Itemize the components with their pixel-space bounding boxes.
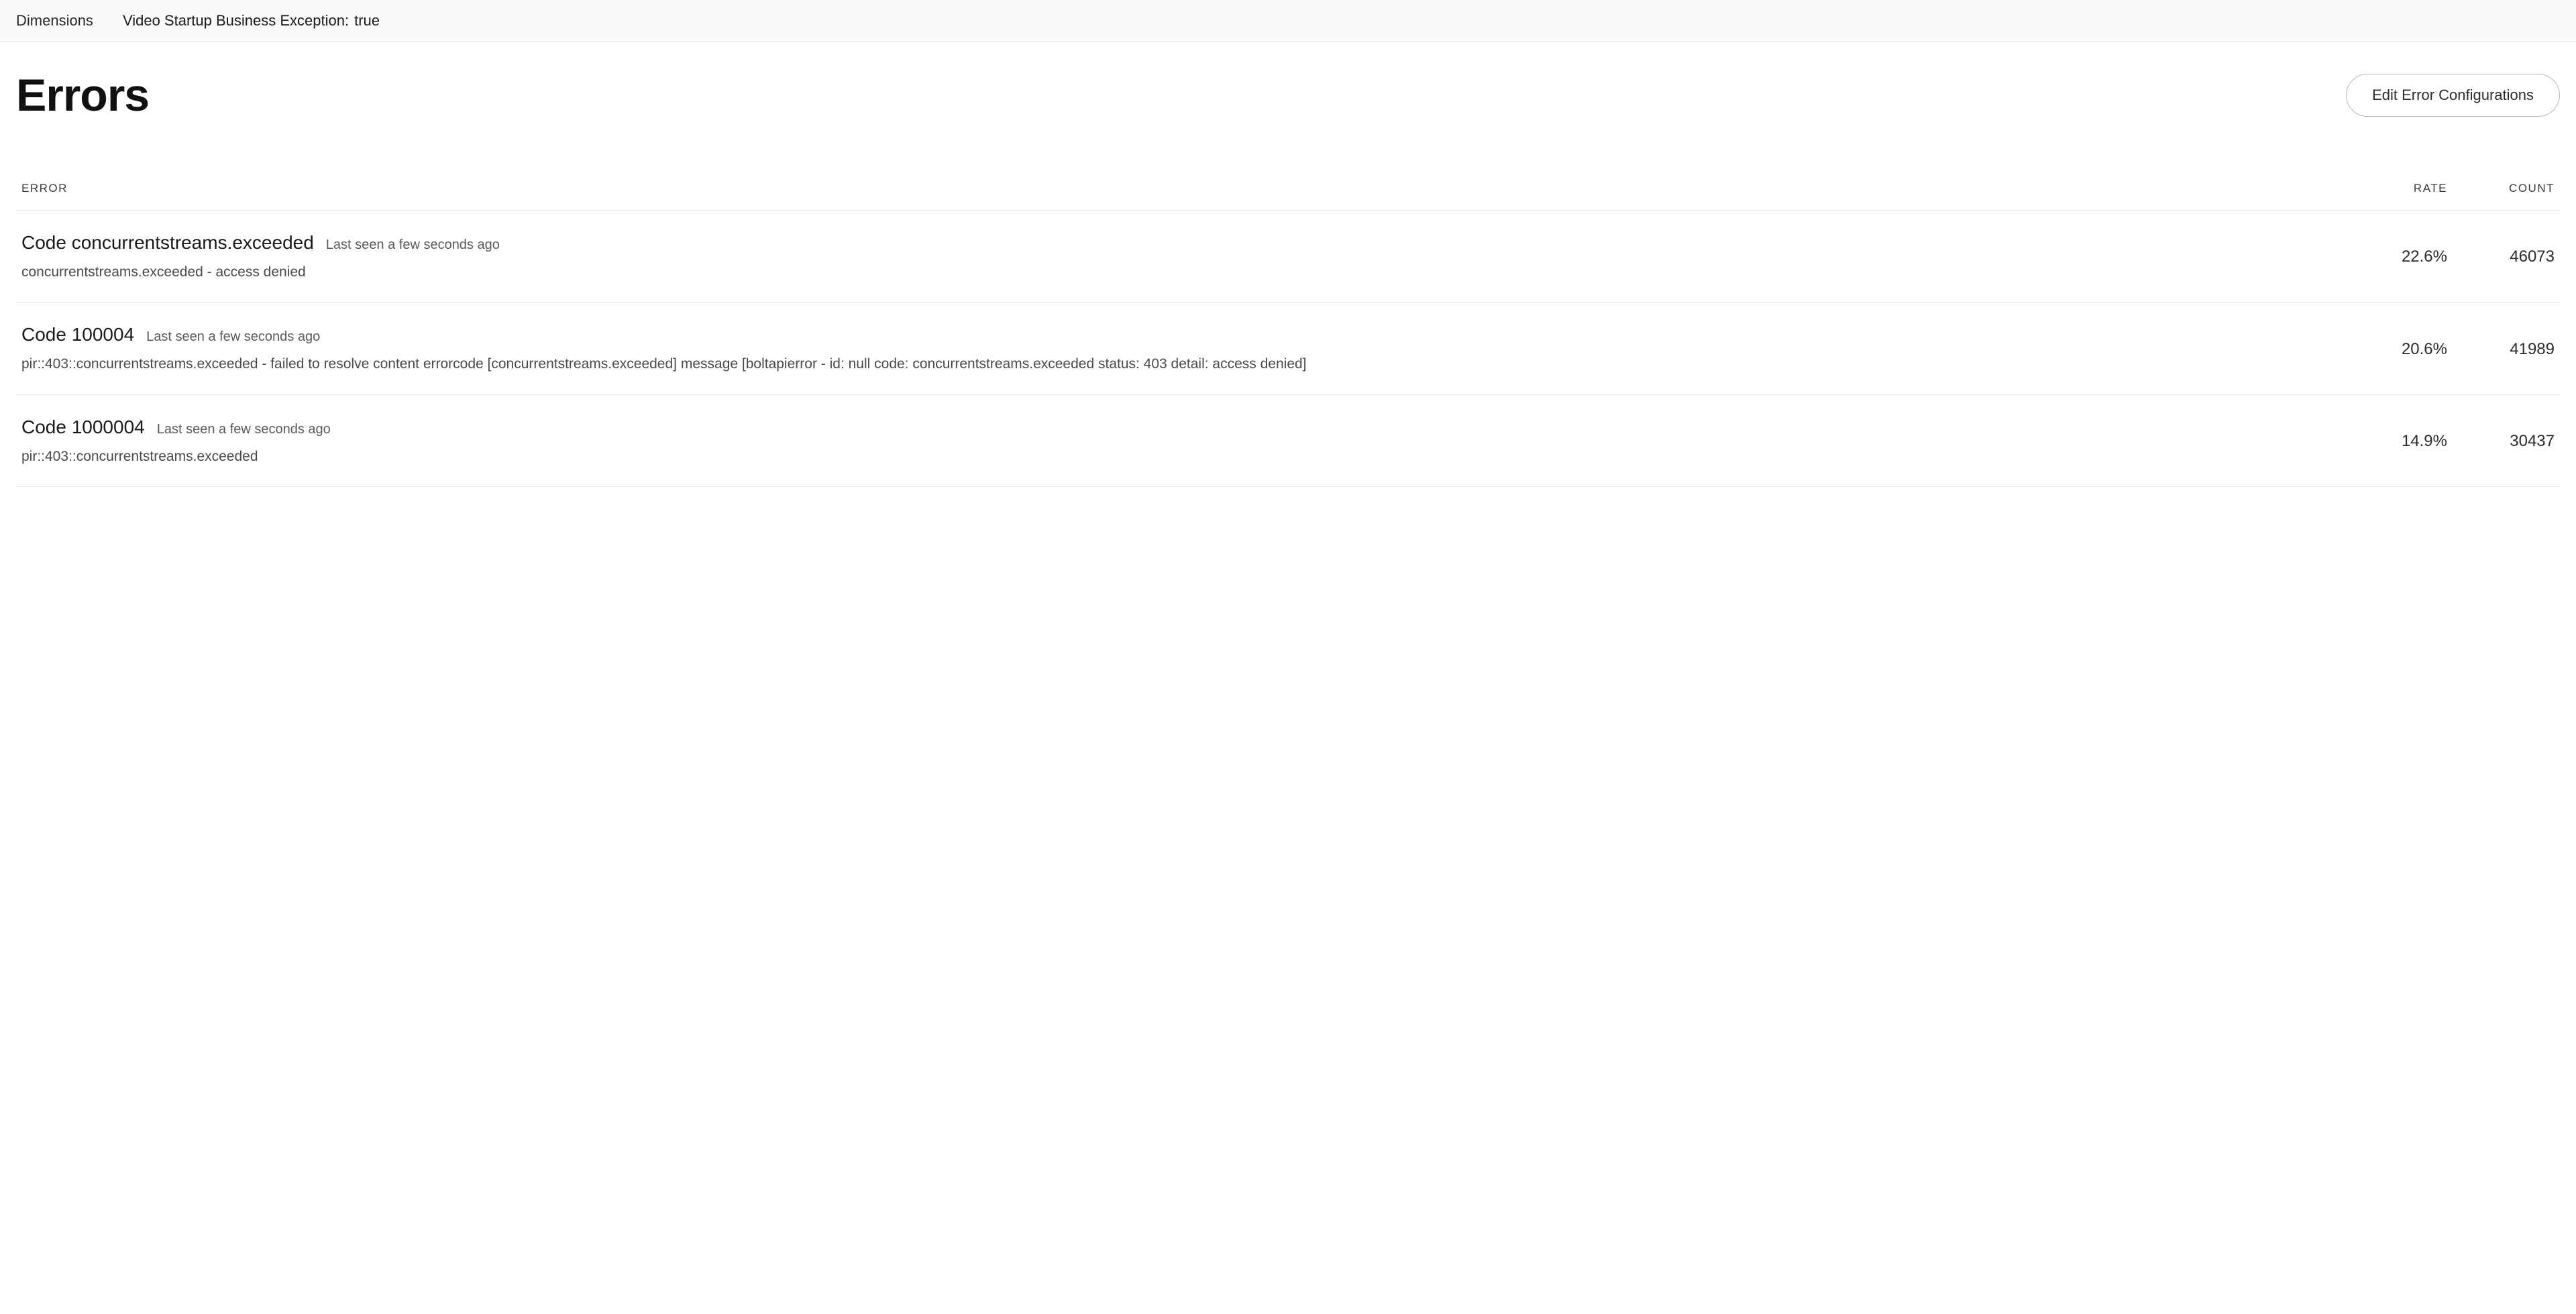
- row-rate: 22.6%: [2353, 248, 2447, 266]
- row-count: 30437: [2447, 432, 2555, 451]
- error-title-line: Code 1000004 Last seen a few seconds ago: [21, 417, 2326, 438]
- error-main: Code 1000004 Last seen a few seconds ago p…: [21, 417, 2353, 466]
- row-rate: 20.6%: [2353, 340, 2447, 359]
- table-row[interactable]: Code concurrentstreams.exceeded Last seen…: [16, 211, 2560, 303]
- error-description: concurrentstreams.exceeded - access deni…: [21, 263, 2326, 282]
- dimensions-label[interactable]: Dimensions: [16, 12, 93, 30]
- header-row: Errors Edit Error Configurations: [16, 69, 2560, 121]
- error-title: Code 1000004: [21, 417, 145, 438]
- table-row[interactable]: Code 100004 Last seen a few seconds ago pi…: [16, 303, 2560, 394]
- row-count: 46073: [2447, 248, 2555, 266]
- error-description: pir::403::concurrentstreams.exceeded: [21, 447, 2326, 466]
- error-main: Code 100004 Last seen a few seconds ago pi…: [21, 324, 2353, 374]
- error-title: Code 100004: [21, 324, 134, 345]
- row-count: 41989: [2447, 340, 2555, 359]
- edit-error-configurations-button[interactable]: Edit Error Configurations: [2346, 74, 2560, 117]
- table-row[interactable]: Code 1000004 Last seen a few seconds ago p…: [16, 395, 2560, 487]
- page-title: Errors: [16, 69, 149, 121]
- column-header-error[interactable]: ERROR: [21, 182, 2353, 195]
- row-rate: 14.9%: [2353, 432, 2447, 451]
- error-description: pir::403::concurrentstreams.exceeded - f…: [21, 355, 2326, 374]
- column-header-rate[interactable]: RATE: [2353, 182, 2447, 195]
- error-title-line: Code concurrentstreams.exceeded Last seen…: [21, 232, 2326, 254]
- error-title-line: Code 100004 Last seen a few seconds ago: [21, 324, 2326, 345]
- last-seen: Last seen a few seconds ago: [157, 422, 331, 437]
- error-title: Code concurrentstreams.exceeded: [21, 232, 314, 254]
- last-seen: Last seen a few seconds ago: [326, 237, 500, 253]
- filter-exception-value: true: [354, 12, 380, 30]
- filter-exception-label: Video Startup Business Exception:: [123, 12, 349, 30]
- filter-bar: Dimensions Video Startup Business Except…: [0, 0, 2576, 42]
- table-header: ERROR RATE COUNT: [16, 182, 2560, 211]
- last-seen: Last seen a few seconds ago: [146, 329, 320, 345]
- filter-exception[interactable]: Video Startup Business Exception: true: [123, 12, 380, 30]
- column-header-count[interactable]: COUNT: [2447, 182, 2555, 195]
- error-main: Code concurrentstreams.exceeded Last seen…: [21, 232, 2353, 282]
